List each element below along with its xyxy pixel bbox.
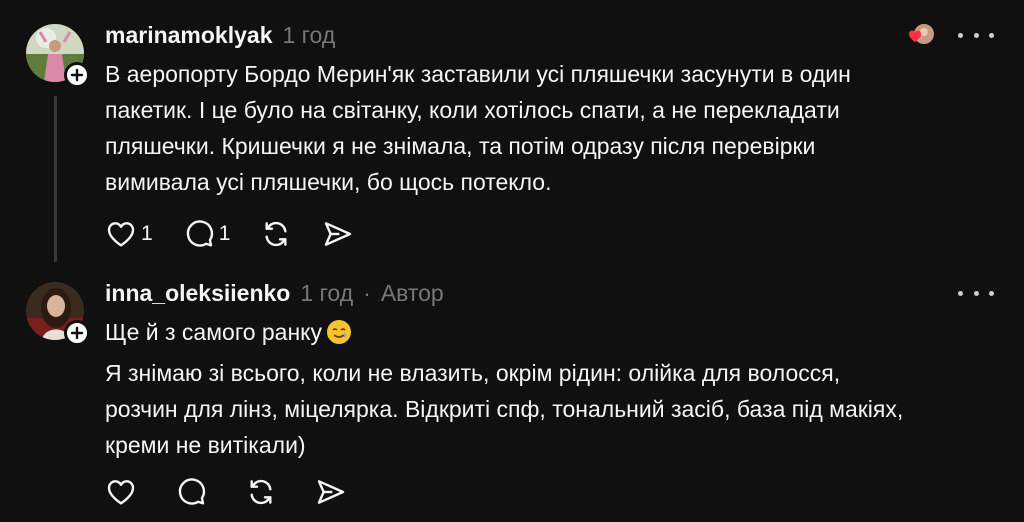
- comment-line: В аеропорту Бордо Мерин'як заставили усі…: [105, 61, 851, 87]
- liked-by-author-icon: [904, 22, 938, 50]
- share-button[interactable]: [322, 218, 354, 250]
- follow-plus-icon[interactable]: [64, 62, 90, 88]
- avatar[interactable]: [26, 282, 90, 346]
- repost-icon: [250, 479, 272, 505]
- action-bar: 1 1: [105, 218, 384, 250]
- comment-line: вимивала усі пляшечки, бо щось потекло.: [105, 169, 552, 195]
- username[interactable]: inna_oleksiienko: [105, 280, 290, 307]
- share-button[interactable]: [315, 476, 347, 508]
- share-icon: [325, 222, 352, 246]
- repost-button[interactable]: [260, 218, 292, 250]
- author-badge: Автор: [380, 280, 444, 306]
- comment-icon: [178, 478, 206, 505]
- repost-button[interactable]: [245, 476, 277, 508]
- comment-icon: [186, 220, 213, 247]
- comment-line: Ще й з самого ранку: [105, 314, 985, 355]
- reply-button[interactable]: 1: [183, 218, 231, 250]
- repost-icon: [265, 221, 287, 247]
- heart-icon: [107, 480, 135, 505]
- like-button[interactable]: [105, 476, 137, 508]
- heart-icon: [107, 222, 135, 247]
- action-bar: [105, 476, 377, 508]
- comment-line: розчин для лінз, міцелярка. Відкриті спф…: [105, 396, 904, 422]
- comment-line: пакетик. І це було на світанку, коли хот…: [105, 97, 840, 123]
- smiling-tear-emoji-icon: [326, 319, 352, 355]
- like-count: 1: [141, 222, 153, 245]
- like-button[interactable]: 1: [105, 218, 153, 250]
- comment-line: креми не витікали): [105, 432, 306, 458]
- thread-line: [54, 96, 57, 262]
- comment-text: Ще й з самого ранку Я знімаю зі всього, …: [105, 314, 985, 463]
- comment-line: Я знімаю зі всього, коли не влазить, окр…: [105, 360, 841, 386]
- timestamp: 1 год: [300, 280, 354, 306]
- separator: ·: [363, 280, 371, 306]
- reply-count: 1: [218, 222, 231, 245]
- avatar[interactable]: [26, 24, 90, 88]
- reply-button[interactable]: [175, 476, 207, 508]
- comment-text: В аеропорту Бордо Мерин'як заставили усі…: [105, 56, 985, 200]
- more-options-icon[interactable]: [958, 283, 994, 303]
- timestamp: 1 год: [282, 22, 336, 48]
- comment-line: пляшечки. Кришечки я не знімала, та поті…: [105, 133, 816, 159]
- share-icon: [317, 480, 345, 504]
- comment-first-line: Ще й з самого ранку: [105, 319, 322, 345]
- username[interactable]: marinamoklyak: [105, 22, 272, 49]
- comment-header: marinamoklyak 1 год: [105, 22, 335, 49]
- more-options-icon[interactable]: [958, 25, 994, 45]
- comment-header: inna_oleksiienko 1 год · Автор: [105, 280, 444, 307]
- follow-plus-icon[interactable]: [64, 320, 90, 346]
